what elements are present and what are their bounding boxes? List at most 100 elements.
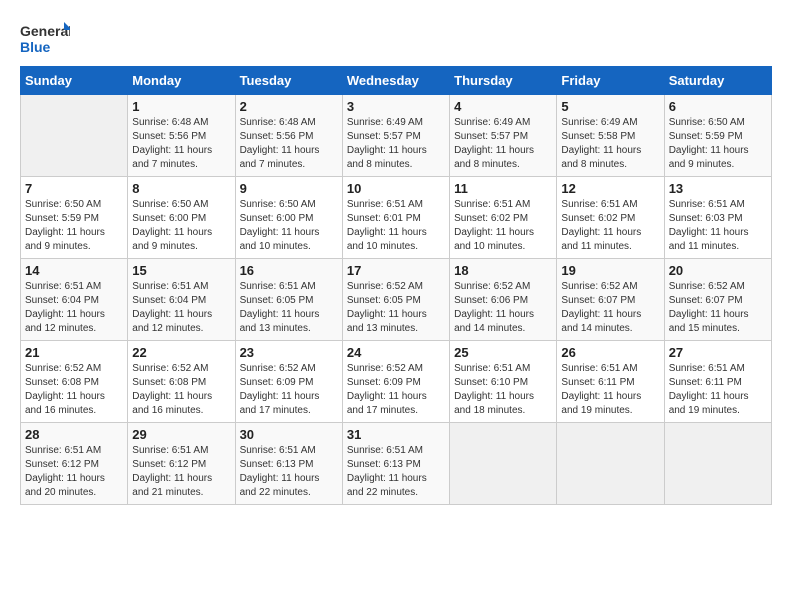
week-row-2: 7 Sunrise: 6:50 AMSunset: 5:59 PMDaylight… (21, 177, 772, 259)
day-cell: 12Sunrise: 6:51 AMSunset: 6:02 PMDayligh… (557, 177, 664, 259)
day-number: 27 (669, 345, 767, 360)
day-number: 24 (347, 345, 445, 360)
day-cell: 27 Sunrise: 6:51 AMSunset: 6:11 PMDayligh… (664, 341, 771, 423)
day-info: Sunrise: 6:50 AMSunset: 6:00 PMDaylight:… (240, 198, 338, 254)
header-cell-friday: Friday (557, 67, 664, 95)
week-row-3: 14 Sunrise: 6:51 AMSunset: 6:04 PMDayligh… (21, 259, 772, 341)
day-cell: 1 Sunrise: 6:48 AMSunset: 5:56 PMDaylight… (128, 95, 235, 177)
day-number: 14 (25, 263, 123, 278)
svg-text:General: General (20, 23, 70, 39)
day-cell: 8Sunrise: 6:50 AMSunset: 6:00 PMDaylight… (128, 177, 235, 259)
day-info: Sunrise: 6:49 AMSunset: 5:58 PMDaylight:… (561, 116, 659, 172)
day-cell: 21Sunrise: 6:52 AMSunset: 6:08 PMDayligh… (21, 341, 128, 423)
day-number: 31 (347, 427, 445, 442)
day-info: Sunrise: 6:52 AMSunset: 6:07 PMDaylight:… (669, 280, 767, 336)
day-cell (557, 423, 664, 505)
day-info: Sunrise: 6:52 AMSunset: 6:08 PMDaylight:… (25, 362, 123, 418)
day-cell: 14 Sunrise: 6:51 AMSunset: 6:04 PMDayligh… (21, 259, 128, 341)
day-cell: 9 Sunrise: 6:50 AMSunset: 6:00 PMDaylight… (235, 177, 342, 259)
day-cell (21, 95, 128, 177)
week-row-5: 28 Sunrise: 6:51 AMSunset: 6:12 PMDayligh… (21, 423, 772, 505)
day-cell: 25 Sunrise: 6:51 AMSunset: 6:10 PMDayligh… (450, 341, 557, 423)
day-info: Sunrise: 6:51 AMSunset: 6:05 PMDaylight:… (240, 280, 338, 336)
day-cell: 4 Sunrise: 6:49 AMSunset: 5:57 PMDaylight… (450, 95, 557, 177)
day-info: Sunrise: 6:51 AMSunset: 6:02 PMDaylight:… (561, 198, 659, 254)
day-number: 19 (561, 263, 659, 278)
day-info: Sunrise: 6:49 AMSunset: 5:57 PMDaylight:… (454, 116, 552, 172)
header-cell-wednesday: Wednesday (342, 67, 449, 95)
day-number: 17 (347, 263, 445, 278)
day-info: Sunrise: 6:50 AMSunset: 5:59 PMDaylight:… (25, 198, 123, 254)
day-cell: 6 Sunrise: 6:50 AMSunset: 5:59 PMDaylight… (664, 95, 771, 177)
day-cell: 5 Sunrise: 6:49 AMSunset: 5:58 PMDaylight… (557, 95, 664, 177)
day-info: Sunrise: 6:52 AMSunset: 6:09 PMDaylight:… (347, 362, 445, 418)
day-cell: 10 Sunrise: 6:51 AMSunset: 6:01 PMDayligh… (342, 177, 449, 259)
logo: General Blue (20, 20, 70, 56)
day-info: Sunrise: 6:51 AMSunset: 6:10 PMDaylight:… (454, 362, 552, 418)
day-cell: 31 Sunrise: 6:51 AMSunset: 6:13 PMDayligh… (342, 423, 449, 505)
day-info: Sunrise: 6:51 AMSunset: 6:04 PMDaylight:… (132, 280, 230, 336)
day-cell: 7 Sunrise: 6:50 AMSunset: 5:59 PMDaylight… (21, 177, 128, 259)
day-info: Sunrise: 6:51 AMSunset: 6:03 PMDaylight:… (669, 198, 767, 254)
header-cell-sunday: Sunday (21, 67, 128, 95)
header-cell-saturday: Saturday (664, 67, 771, 95)
logo-svg: General Blue (20, 20, 70, 56)
day-cell: 3 Sunrise: 6:49 AMSunset: 5:57 PMDaylight… (342, 95, 449, 177)
week-row-4: 21Sunrise: 6:52 AMSunset: 6:08 PMDayligh… (21, 341, 772, 423)
day-info: Sunrise: 6:51 AMSunset: 6:13 PMDaylight:… (240, 444, 338, 500)
header-cell-tuesday: Tuesday (235, 67, 342, 95)
day-info: Sunrise: 6:49 AMSunset: 5:57 PMDaylight:… (347, 116, 445, 172)
day-info: Sunrise: 6:52 AMSunset: 6:05 PMDaylight:… (347, 280, 445, 336)
day-number: 13 (669, 181, 767, 196)
day-number: 9 (240, 181, 338, 196)
day-info: Sunrise: 6:51 AMSunset: 6:11 PMDaylight:… (561, 362, 659, 418)
day-cell: 28 Sunrise: 6:51 AMSunset: 6:12 PMDayligh… (21, 423, 128, 505)
day-number: 1 (132, 99, 230, 114)
day-cell: 22Sunrise: 6:52 AMSunset: 6:08 PMDayligh… (128, 341, 235, 423)
day-info: Sunrise: 6:51 AMSunset: 6:04 PMDaylight:… (25, 280, 123, 336)
day-cell: 15Sunrise: 6:51 AMSunset: 6:04 PMDayligh… (128, 259, 235, 341)
header-cell-thursday: Thursday (450, 67, 557, 95)
calendar-table: SundayMondayTuesdayWednesdayThursdayFrid… (20, 66, 772, 505)
day-number: 18 (454, 263, 552, 278)
day-cell: 13 Sunrise: 6:51 AMSunset: 6:03 PMDayligh… (664, 177, 771, 259)
day-cell (450, 423, 557, 505)
day-cell: 11Sunrise: 6:51 AMSunset: 6:02 PMDayligh… (450, 177, 557, 259)
day-cell: 23Sunrise: 6:52 AMSunset: 6:09 PMDayligh… (235, 341, 342, 423)
day-number: 26 (561, 345, 659, 360)
day-info: Sunrise: 6:50 AMSunset: 6:00 PMDaylight:… (132, 198, 230, 254)
day-number: 3 (347, 99, 445, 114)
day-info: Sunrise: 6:52 AMSunset: 6:06 PMDaylight:… (454, 280, 552, 336)
day-number: 23 (240, 345, 338, 360)
day-info: Sunrise: 6:51 AMSunset: 6:13 PMDaylight:… (347, 444, 445, 500)
day-number: 6 (669, 99, 767, 114)
day-info: Sunrise: 6:51 AMSunset: 6:01 PMDaylight:… (347, 198, 445, 254)
day-number: 10 (347, 181, 445, 196)
day-number: 22 (132, 345, 230, 360)
week-row-1: 1 Sunrise: 6:48 AMSunset: 5:56 PMDaylight… (21, 95, 772, 177)
day-number: 16 (240, 263, 338, 278)
day-info: Sunrise: 6:50 AMSunset: 5:59 PMDaylight:… (669, 116, 767, 172)
day-number: 28 (25, 427, 123, 442)
day-info: Sunrise: 6:51 AMSunset: 6:12 PMDaylight:… (25, 444, 123, 500)
day-cell: 24 Sunrise: 6:52 AMSunset: 6:09 PMDayligh… (342, 341, 449, 423)
day-cell: 29 Sunrise: 6:51 AMSunset: 6:12 PMDayligh… (128, 423, 235, 505)
page-header: General Blue (20, 20, 772, 56)
day-number: 29 (132, 427, 230, 442)
day-cell (664, 423, 771, 505)
day-number: 4 (454, 99, 552, 114)
svg-text:Blue: Blue (20, 39, 51, 55)
day-info: Sunrise: 6:51 AMSunset: 6:11 PMDaylight:… (669, 362, 767, 418)
day-cell: 18 Sunrise: 6:52 AMSunset: 6:06 PMDayligh… (450, 259, 557, 341)
day-number: 30 (240, 427, 338, 442)
day-number: 2 (240, 99, 338, 114)
day-number: 25 (454, 345, 552, 360)
day-info: Sunrise: 6:48 AMSunset: 5:56 PMDaylight:… (132, 116, 230, 172)
header-cell-monday: Monday (128, 67, 235, 95)
day-cell: 2Sunrise: 6:48 AMSunset: 5:56 PMDaylight… (235, 95, 342, 177)
day-number: 20 (669, 263, 767, 278)
day-cell: 30 Sunrise: 6:51 AMSunset: 6:13 PMDayligh… (235, 423, 342, 505)
day-number: 7 (25, 181, 123, 196)
day-info: Sunrise: 6:51 AMSunset: 6:12 PMDaylight:… (132, 444, 230, 500)
day-number: 5 (561, 99, 659, 114)
